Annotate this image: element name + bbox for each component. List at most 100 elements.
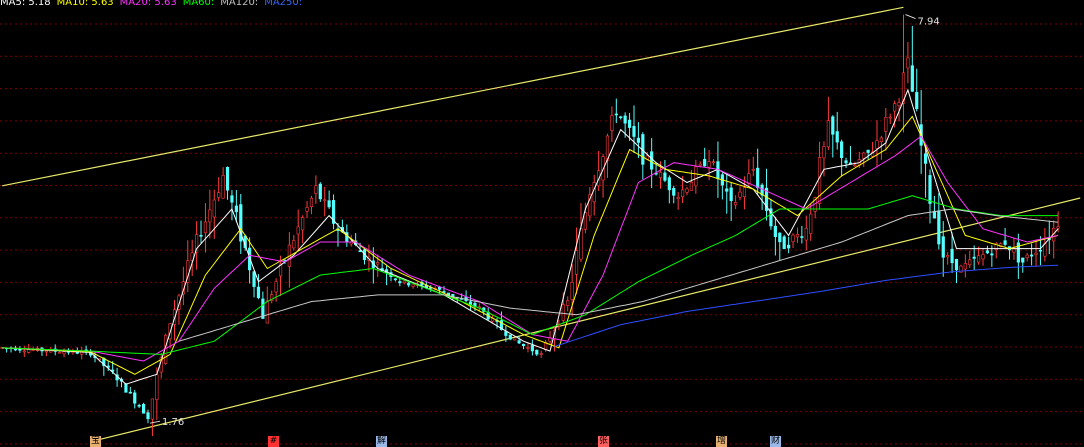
candle-body	[133, 392, 137, 404]
candle-body	[517, 340, 521, 344]
candle-body	[840, 141, 844, 158]
candle-body	[650, 151, 654, 170]
candle-body	[893, 103, 897, 112]
candle-body	[18, 349, 22, 351]
candle-body	[62, 351, 66, 355]
candle-body	[411, 284, 415, 287]
candle-body	[950, 248, 954, 264]
candle-body	[1038, 249, 1043, 252]
candle-body	[318, 183, 322, 200]
candle-body	[212, 199, 216, 218]
trend-channel	[2, 6, 1081, 443]
candle-body	[795, 234, 800, 238]
candle-body	[217, 192, 221, 198]
candle-body	[751, 168, 755, 171]
candle-body	[376, 262, 380, 265]
high-price-label: 7.94	[917, 17, 939, 28]
event-marker[interactable]: 解	[376, 436, 387, 447]
event-marker[interactable]: 财	[770, 436, 781, 447]
candle-body	[1021, 257, 1025, 263]
candle-body	[707, 161, 711, 168]
candle-body	[835, 131, 839, 143]
candle-body	[561, 304, 565, 321]
candle-body	[309, 197, 314, 207]
candle-body	[526, 347, 530, 349]
candle-body	[725, 188, 729, 192]
ma-line-ma10	[2, 115, 1059, 375]
candle-body	[22, 350, 26, 353]
moving-average-lines	[2, 88, 1059, 385]
candle-body	[579, 228, 583, 260]
ma-legend: MA5: 5.18 MA10: 5.63 MA20: 5.63 MA60: MA120:…	[0, 0, 308, 9]
candle-body	[27, 349, 31, 353]
candle-body	[566, 300, 570, 306]
candle-body	[44, 350, 48, 353]
price-chart[interactable]: 7.94 1.76	[0, 0, 1084, 447]
legend-item: MA5: 5.18	[0, 0, 51, 8]
candle-body	[155, 374, 159, 400]
candle-body	[729, 187, 733, 202]
candle-body	[508, 334, 512, 340]
candle-body	[963, 263, 967, 270]
candle-body	[58, 351, 62, 354]
event-marker[interactable]: 增	[716, 436, 727, 447]
candle-body	[928, 175, 932, 204]
candle-body	[897, 102, 901, 106]
candle-body	[946, 255, 950, 258]
candle-body	[756, 167, 760, 189]
candle-body	[981, 254, 985, 260]
candle-body	[574, 250, 579, 275]
candle-body	[265, 300, 269, 324]
candle-body	[791, 234, 795, 242]
ma-line-ma20	[2, 135, 1059, 362]
candle-body	[937, 210, 941, 245]
ma-line-ma250	[554, 264, 1059, 347]
candle-body	[875, 140, 879, 149]
candle-body	[614, 113, 618, 116]
candle-body	[1025, 254, 1029, 258]
candle-body	[221, 175, 225, 199]
candle-body	[521, 343, 526, 347]
candle-body	[658, 172, 663, 178]
event-marker[interactable]: 宝	[90, 436, 101, 447]
candle-body	[879, 137, 883, 143]
candle-body	[853, 164, 857, 167]
candle-body	[627, 119, 632, 128]
candle-body	[968, 259, 972, 266]
candle-body	[292, 240, 296, 249]
candle-body	[694, 166, 698, 187]
candle-body	[884, 117, 888, 132]
candle-body	[738, 191, 742, 198]
ma-line-ma5	[2, 88, 1059, 385]
candle-body	[225, 166, 230, 191]
candle-body	[734, 202, 738, 206]
candle-body	[923, 153, 928, 164]
candle-body	[504, 331, 508, 336]
candle-body	[141, 403, 146, 414]
candle-body	[402, 280, 406, 284]
candle-body	[548, 337, 552, 342]
candle-body	[208, 209, 212, 223]
candle-body	[680, 189, 685, 198]
candle-body	[535, 349, 539, 355]
candle-body	[698, 163, 702, 166]
candle-body	[778, 232, 782, 243]
candle-body	[150, 398, 155, 420]
candle-body	[976, 255, 981, 263]
candle-body	[393, 278, 398, 281]
ma-line-ma60	[2, 195, 1059, 355]
candle-body	[274, 281, 278, 293]
low-pointer	[149, 420, 161, 424]
channel-line-lower	[90, 197, 1081, 443]
event-marker[interactable]: #	[268, 436, 279, 447]
channel-line-upper	[2, 6, 904, 187]
candle-body	[809, 213, 813, 234]
candle-body	[800, 236, 804, 238]
candle-body	[513, 338, 517, 341]
candle-body	[619, 116, 623, 119]
candle-body	[1003, 240, 1007, 245]
candle-body	[703, 159, 707, 167]
event-marker[interactable]: 张	[598, 436, 609, 447]
candle-body	[831, 116, 835, 135]
candle-body	[787, 244, 791, 249]
